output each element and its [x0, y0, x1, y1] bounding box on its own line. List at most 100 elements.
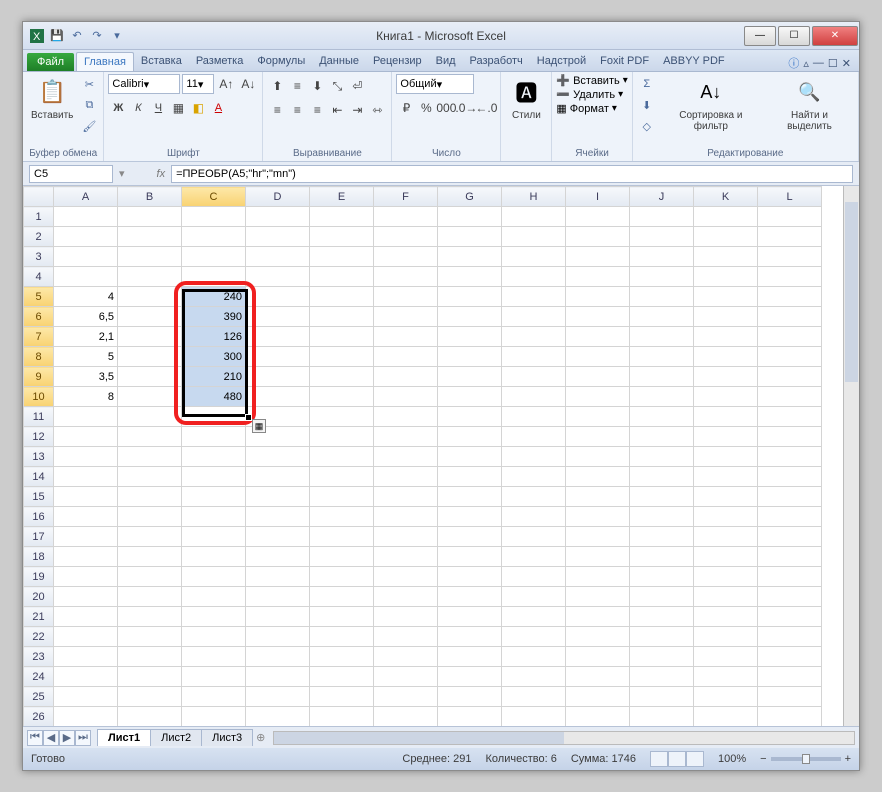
cell[interactable]	[310, 347, 374, 367]
cell[interactable]	[118, 427, 182, 447]
cell[interactable]	[438, 707, 502, 727]
cell[interactable]	[438, 507, 502, 527]
cell[interactable]	[630, 307, 694, 327]
cell[interactable]	[118, 327, 182, 347]
currency-icon[interactable]: ₽	[396, 98, 416, 118]
cell[interactable]	[54, 607, 118, 627]
cell[interactable]	[374, 387, 438, 407]
name-box[interactable]: C5	[29, 165, 113, 183]
cell[interactable]: 4	[54, 287, 118, 307]
cell[interactable]	[566, 347, 630, 367]
cell[interactable]	[566, 627, 630, 647]
cell[interactable]	[502, 227, 566, 247]
cell[interactable]	[694, 307, 758, 327]
column-header[interactable]: B	[118, 187, 182, 207]
cell[interactable]	[374, 307, 438, 327]
row-header[interactable]: 24	[24, 667, 54, 687]
row-header[interactable]: 1	[24, 207, 54, 227]
cell[interactable]	[502, 507, 566, 527]
undo-icon[interactable]: ↶	[69, 28, 85, 44]
cell[interactable]	[438, 427, 502, 447]
fill-color-icon[interactable]: ◧	[188, 98, 208, 118]
find-select-button[interactable]: 🔍 Найти и выделить	[765, 74, 854, 134]
cell[interactable]	[694, 467, 758, 487]
cell[interactable]	[182, 527, 246, 547]
cell[interactable]	[566, 367, 630, 387]
cell[interactable]	[118, 287, 182, 307]
ribbon-tab-данные[interactable]: Данные	[312, 52, 366, 71]
cell[interactable]	[246, 247, 310, 267]
cell[interactable]	[374, 327, 438, 347]
cell[interactable]	[374, 707, 438, 727]
cell[interactable]	[310, 227, 374, 247]
cell[interactable]	[310, 447, 374, 467]
cell[interactable]	[758, 567, 822, 587]
cell[interactable]	[182, 267, 246, 287]
cell[interactable]	[502, 707, 566, 727]
cell[interactable]	[694, 227, 758, 247]
cell[interactable]	[118, 407, 182, 427]
cell[interactable]	[502, 407, 566, 427]
cell[interactable]	[182, 447, 246, 467]
ribbon-tab-вид[interactable]: Вид	[429, 52, 463, 71]
row-header[interactable]: 23	[24, 647, 54, 667]
new-sheet-icon[interactable]: ⊕	[256, 731, 265, 744]
cell[interactable]	[246, 327, 310, 347]
cell[interactable]	[374, 647, 438, 667]
cell[interactable]	[630, 547, 694, 567]
cell[interactable]	[630, 567, 694, 587]
cell[interactable]	[54, 567, 118, 587]
row-header[interactable]: 14	[24, 467, 54, 487]
cell[interactable]	[54, 207, 118, 227]
cell[interactable]	[374, 407, 438, 427]
cell[interactable]	[374, 547, 438, 567]
cell[interactable]	[310, 667, 374, 687]
cell[interactable]	[118, 207, 182, 227]
cell[interactable]	[630, 687, 694, 707]
cell[interactable]	[566, 507, 630, 527]
cell[interactable]	[758, 287, 822, 307]
cell[interactable]	[54, 707, 118, 727]
row-header[interactable]: 9	[24, 367, 54, 387]
cell[interactable]	[502, 247, 566, 267]
cell[interactable]	[246, 707, 310, 727]
cell[interactable]	[630, 227, 694, 247]
cell[interactable]	[502, 207, 566, 227]
minimize-button[interactable]: —	[744, 26, 776, 46]
doc-min-icon[interactable]: —	[813, 57, 824, 69]
cell[interactable]	[438, 387, 502, 407]
cell[interactable]	[182, 507, 246, 527]
cell[interactable]: 2,1	[54, 327, 118, 347]
cell[interactable]	[118, 307, 182, 327]
cell[interactable]	[182, 687, 246, 707]
cell[interactable]	[630, 347, 694, 367]
row-header[interactable]: 12	[24, 427, 54, 447]
cell[interactable]	[246, 487, 310, 507]
cell[interactable]	[310, 427, 374, 447]
cell[interactable]	[758, 507, 822, 527]
shrink-font-icon[interactable]: A↓	[238, 74, 258, 94]
cell[interactable]	[566, 687, 630, 707]
cell[interactable]	[182, 607, 246, 627]
cell[interactable]	[758, 647, 822, 667]
cell[interactable]	[374, 207, 438, 227]
cell[interactable]	[438, 487, 502, 507]
cell[interactable]	[54, 247, 118, 267]
doc-restore-icon[interactable]: ☐	[828, 57, 838, 70]
namebox-dropdown-icon[interactable]: ▾	[119, 167, 125, 180]
cell[interactable]	[566, 387, 630, 407]
column-header[interactable]: D	[246, 187, 310, 207]
cell[interactable]	[246, 587, 310, 607]
cell[interactable]	[118, 347, 182, 367]
cell[interactable]	[246, 447, 310, 467]
zoom-slider[interactable]	[771, 757, 841, 761]
row-header[interactable]: 18	[24, 547, 54, 567]
cell[interactable]	[502, 347, 566, 367]
cell[interactable]: 240	[182, 287, 246, 307]
cell[interactable]	[182, 707, 246, 727]
cell[interactable]	[566, 487, 630, 507]
cell[interactable]	[182, 647, 246, 667]
tab-nav-last-icon[interactable]: ⏭	[75, 730, 91, 746]
cell[interactable]	[374, 467, 438, 487]
cell[interactable]	[502, 447, 566, 467]
